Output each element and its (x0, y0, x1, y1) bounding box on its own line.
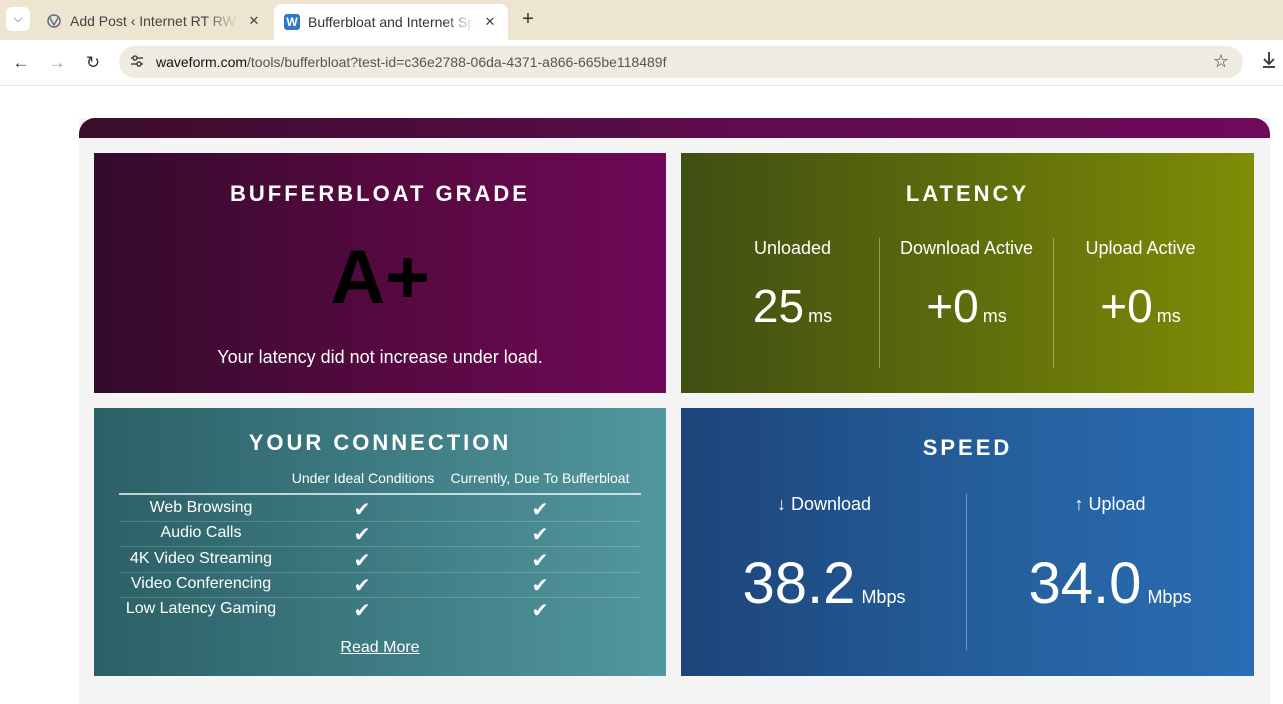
header-rule (119, 493, 641, 495)
latency-unit: ms (808, 306, 833, 326)
check-icon: ✔ (531, 524, 549, 547)
close-tab-icon[interactable]: ✕ (246, 13, 262, 29)
download-number: 38.2 (742, 551, 856, 616)
latency-value: +0 ms (879, 283, 1054, 329)
your-connection-panel: YOUR CONNECTION Under Ideal Conditions C… (94, 408, 666, 676)
activity-name: Audio Calls (160, 524, 242, 542)
tab-bufferbloat[interactable]: W Bufferbloat and Internet Speed Test ✕ (274, 4, 508, 40)
tab-search-chevron-icon[interactable]: ⌵ (6, 7, 30, 31)
panel-title: BUFFERBLOAT GRADE (230, 181, 530, 206)
tab-title: Bufferbloat and Internet Speed Test (308, 14, 474, 30)
url-text[interactable]: waveform.com/tools/bufferbloat?test-id=c… (156, 54, 666, 70)
activity-name: Web Browsing (149, 499, 253, 516)
latency-panel: LATENCY Unloaded 25 ms Download Active +0… (681, 153, 1254, 393)
latency-download-active: Download Active +0 ms (879, 238, 1054, 329)
table-row: 4K Video Streaming ✔ ✔ (119, 547, 641, 573)
table-row: Audio Calls ✔ ✔ (119, 521, 641, 548)
browser-toolbar: ← → ↻ waveform.com/tools/bufferbloat?tes… (0, 40, 1283, 86)
reload-icon[interactable]: ↻ (81, 51, 105, 75)
latency-value: 25 ms (705, 283, 880, 329)
upload-value: 34.0 Mbps (967, 555, 1253, 613)
check-icon: ✔ (353, 574, 371, 597)
grade-value: A+ (330, 235, 430, 320)
column-header-ideal: Under Ideal Conditions (291, 470, 435, 486)
new-tab-button[interactable]: + (516, 9, 540, 31)
read-more-link[interactable]: Read More (94, 639, 666, 657)
activity-name: Video Conferencing (130, 574, 272, 592)
results-header-bar (79, 118, 1270, 138)
tab-strip: ⌵ Add Post ‹ Internet RT RW ✕ W Bufferbl… (0, 0, 1283, 40)
latency-number: +0 (1100, 280, 1153, 332)
latency-unit: ms (1156, 306, 1181, 326)
column-header-current: Currently, Due To Bufferbloat (450, 470, 630, 486)
latency-label: Unloaded (753, 238, 832, 258)
check-icon: ✔ (531, 499, 549, 521)
url-host: waveform.com (156, 54, 248, 70)
download-icon[interactable] (1257, 51, 1281, 75)
latency-value: +0 ms (1053, 283, 1228, 329)
download-value: 38.2 Mbps (681, 555, 967, 613)
activity-name: Low Latency Gaming (125, 600, 277, 618)
tab-title: Add Post ‹ Internet RT RW (70, 12, 236, 29)
upload-label: ↑ Upload (1074, 494, 1146, 514)
panel-title: YOUR CONNECTION (248, 430, 512, 455)
grade-description: Your latency did not increase under load… (217, 347, 543, 367)
download-label: ↓ Download (776, 494, 872, 514)
back-arrow-icon[interactable]: ← (9, 51, 33, 75)
waveform-favicon-icon: W (284, 14, 300, 30)
url-path: /tools/bufferbloat?test-id=c36e2788-06da… (247, 54, 667, 70)
tab-add-post[interactable]: Add Post ‹ Internet RT RW ✕ (36, 5, 272, 36)
check-icon: ✔ (353, 524, 371, 547)
speed-unit: Mbps (1147, 587, 1192, 607)
activity-name: 4K Video Streaming (129, 549, 272, 567)
latency-unloaded: Unloaded 25 ms (705, 238, 880, 329)
check-icon: ✔ (353, 499, 371, 521)
panel-title: LATENCY (905, 181, 1030, 206)
check-icon: ✔ (531, 574, 549, 597)
table-row: Web Browsing ✔ ✔ (119, 496, 641, 522)
check-icon: ✔ (531, 549, 549, 572)
close-tab-icon[interactable]: ✕ (482, 14, 498, 30)
check-icon: ✔ (353, 549, 371, 572)
upload-number: 34.0 (1028, 551, 1142, 616)
upload-speed: ↑ Upload 34.0 Mbps (967, 494, 1253, 613)
address-bar[interactable]: waveform.com/tools/bufferbloat?test-id=c… (119, 46, 1243, 78)
download-speed: ↓ Download 38.2 Mbps (681, 494, 967, 613)
site-settings-icon[interactable] (128, 53, 146, 71)
panel-title: SPEED (922, 435, 1013, 460)
check-icon: ✔ (353, 600, 371, 623)
table-row: Video Conferencing ✔ ✔ (119, 572, 641, 598)
speed-panel: SPEED ↓ Download 38.2 Mbps ↑ Upload 34.0 M… (681, 408, 1254, 676)
speed-unit: Mbps (861, 587, 906, 607)
latency-label: Upload Active (1085, 238, 1196, 258)
latency-unit: ms (982, 306, 1007, 326)
latency-number: +0 (926, 280, 979, 332)
table-row: Low Latency Gaming ✔ ✔ (119, 597, 641, 622)
forward-arrow-icon[interactable]: → (45, 51, 69, 75)
bookmark-star-icon[interactable]: ☆ (1213, 51, 1229, 72)
latency-upload-active: Upload Active +0 ms (1053, 238, 1228, 329)
check-icon: ✔ (531, 600, 549, 623)
wordpress-favicon-icon (46, 13, 62, 29)
latency-label: Download Active (899, 238, 1034, 258)
latency-number: 25 (752, 280, 805, 332)
